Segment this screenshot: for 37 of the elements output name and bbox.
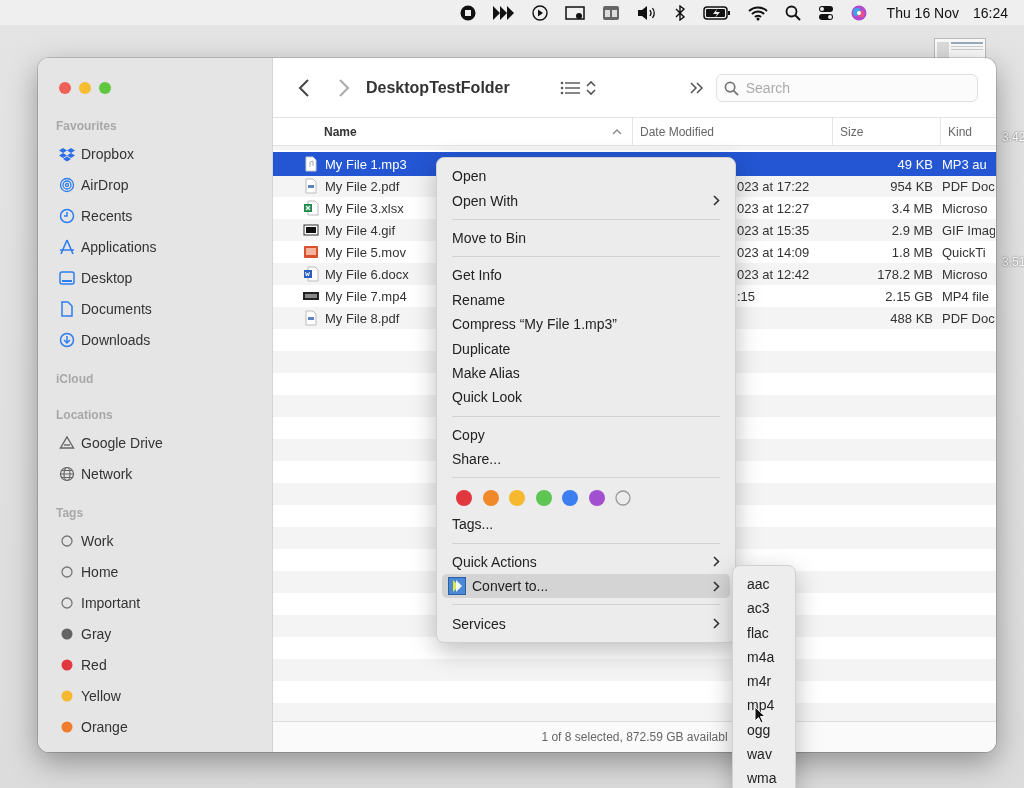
size-cell: 178.2 MB [877,266,933,282]
kind-cell: GIF Imag [942,222,995,238]
date-modified-cell: 023 at 15:35 [737,222,810,238]
file-name: My File 3.xlsx [325,200,404,216]
kind-cell: Microso [942,200,988,216]
file-name: My File 2.pdf [325,178,400,194]
kind-cell: QuickTi [942,244,986,260]
date-modified-cell: 023 at 17:22 [737,178,810,194]
file-name: My File 5.mov [325,244,406,260]
file-name: My File 4.gif [325,222,396,238]
status-text: 1 of 8 selected, 872.59 GB availabl [541,730,728,744]
size-cell: 3.4 MB [891,200,933,216]
sidebar-section-heading: iCloud [55,371,94,388]
sidebar-section-heading: Tags [55,505,84,522]
kind-cell: PDF Doc [942,310,995,326]
date-modified-cell: 023 at 14:09 [737,244,810,260]
size-cell: 954 KB [890,178,933,194]
date-modified-cell: 023 at 12:42 [737,266,810,282]
size-cell: 488 KB [890,310,933,326]
date-modified-cell: 023 at 12:27 [737,200,810,216]
window-title: DesktopTestFolder [366,78,510,97]
kind-cell: Microso [942,266,988,282]
file-name: My File 6.docx [325,266,409,282]
kind-cell: PDF Doc [942,178,995,194]
sidebar-section-heading: Locations [55,407,113,424]
date-modified-cell: :15 [737,288,756,304]
kind-cell: MP4 file [942,288,989,304]
size-cell: 49 KB [897,156,933,172]
size-cell: 2.15 GB [885,288,933,304]
file-name: My File 7.mp4 [325,288,407,304]
size-cell: 2.9 MB [891,222,933,238]
sidebar-section-heading: Favourites [55,118,117,135]
size-cell: 1.8 MB [891,244,933,260]
desktop-icon-label: 3.42 [1002,130,1024,144]
file-name: My File 8.pdf [325,310,400,326]
kind-cell: MP3 au [942,156,987,172]
file-name: My File 1.mp3 [325,156,407,172]
